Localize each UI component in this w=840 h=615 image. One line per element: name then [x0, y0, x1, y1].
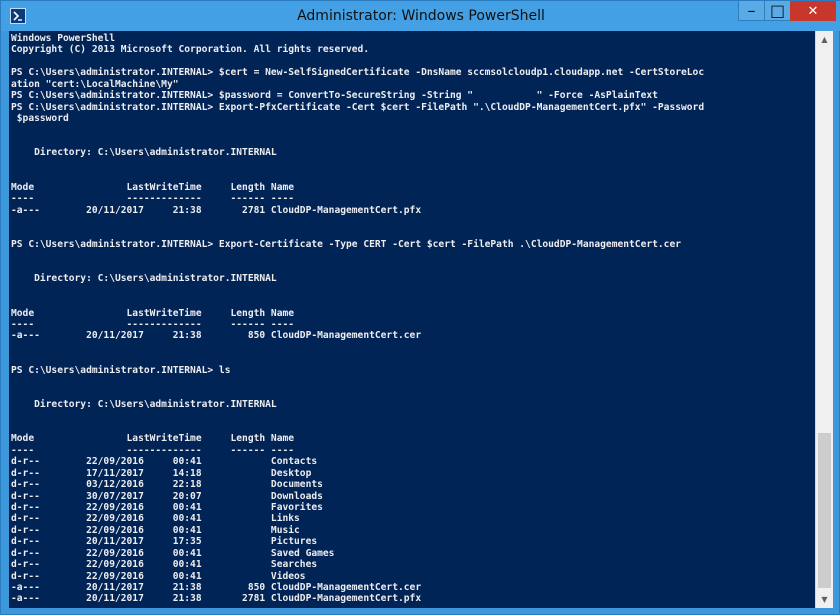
console-line: d-r-- 22/09/2016 00:41 Favorites [11, 501, 323, 513]
console-output[interactable]: Windows PowerShell Copyright (C) 2013 Mic… [9, 31, 815, 608]
scroll-up-button[interactable]: ▲ [816, 31, 833, 48]
scroll-down-button[interactable]: ▼ [816, 591, 833, 608]
console-line: $password [11, 113, 69, 125]
console-line: Directory: C:\Users\administrator.INTERN… [11, 399, 277, 410]
console-line: Mode LastWriteTime Length Name [11, 433, 295, 445]
console-line: -a--- 20/11/2017 21:38 2781 CloudDP-Mana… [11, 204, 422, 216]
console-line: d-r-- 22/09/2016 00:41 Contacts [11, 456, 318, 468]
console-line: Copyright (C) 2013 Microsoft Corporation… [11, 44, 370, 56]
vertical-scrollbar[interactable]: ▲ ▼ [815, 31, 833, 608]
console-line: d-r-- 22/09/2016 00:41 Videos [11, 570, 306, 582]
console-line: ---- ------------- ------ ---- [11, 444, 295, 456]
minimize-button[interactable]: – [738, 1, 764, 21]
console-line: ---- ------------- ------ ---- [11, 318, 295, 330]
console-line: d-r-- 22/09/2016 00:41 Saved Games [11, 547, 335, 559]
window-title: Administrator: Windows PowerShell [297, 8, 545, 24]
console-line: Directory: C:\Users\administrator.INTERN… [11, 273, 277, 285]
console-line: Mode LastWriteTime Length Name [11, 181, 295, 193]
console-line: d-r-- 17/11/2017 14:18 Desktop [11, 467, 312, 479]
title-bar[interactable]: Administrator: Windows PowerShell – □ ✕ [1, 1, 840, 31]
console-line: Directory: C:\Users\administrator.INTERN… [11, 147, 277, 159]
console-line: ation "cert:\LocalMachine\My" [11, 78, 179, 90]
scroll-thumb[interactable] [818, 433, 831, 588]
console-line: Mode LastWriteTime Length Name [11, 307, 295, 319]
close-button[interactable]: ✕ [790, 1, 836, 21]
console-line: d-r-- 22/09/2016 00:41 Searches [11, 559, 318, 571]
console-line: PS C:\Users\administrator.INTERNAL> ls [11, 364, 231, 376]
console-line: d-r-- 22/09/2016 00:41 Music [11, 524, 300, 536]
console-line: PS C:\Users\administrator.INTERNAL> $cer… [11, 67, 705, 79]
console-line: d-r-- 20/11/2017 17:35 Pictures [11, 536, 318, 548]
console-line: ---- ------------- ------ ---- [11, 193, 295, 205]
console-line: d-r-- 03/12/2016 22:18 Documents [11, 479, 323, 491]
minimize-icon: – [747, 1, 756, 20]
console-line: PS C:\Users\administrator.INTERNAL> Expo… [11, 238, 682, 250]
close-icon: ✕ [807, 3, 819, 19]
arrow-down-icon: ▼ [821, 595, 828, 604]
console-line: Windows PowerShell [11, 33, 115, 44]
arrow-up-icon: ▲ [821, 35, 828, 44]
console-line: -a--- 20/11/2017 21:38 2781 CloudDP-Mana… [11, 593, 422, 605]
console-line: PS C:\Users\administrator.INTERNAL> $pas… [11, 90, 658, 102]
console-line: d-r-- 30/07/2017 20:07 Downloads [11, 490, 323, 502]
console-line: -a--- 20/11/2017 21:38 850 CloudDP-Manag… [11, 330, 422, 342]
maximize-icon: □ [769, 1, 786, 20]
maximize-button[interactable]: □ [764, 1, 790, 21]
console-text: Windows PowerShell Copyright (C) 2013 Mic… [9, 31, 815, 605]
console-line: d-r-- 22/09/2016 00:41 Links [11, 513, 300, 525]
console-line: PS C:\Users\administrator.INTERNAL> Expo… [11, 101, 705, 113]
console-line: -a--- 20/11/2017 21:38 850 CloudDP-Manag… [11, 582, 422, 593]
powershell-window: Administrator: Windows PowerShell – □ ✕ … [0, 0, 840, 615]
